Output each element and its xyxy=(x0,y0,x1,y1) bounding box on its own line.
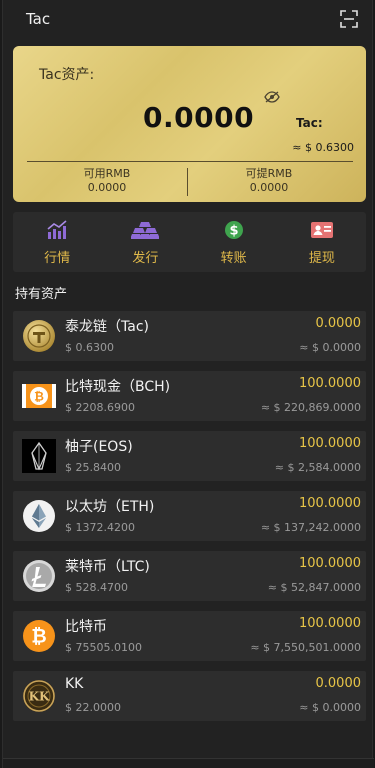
svg-text:$: $ xyxy=(229,223,238,238)
scan-icon[interactable] xyxy=(340,10,358,28)
asset-value: ≈ $ 52,847.0000 xyxy=(267,581,361,594)
card-vertical-divider xyxy=(187,168,188,196)
asset-name: 柚子(EOS) xyxy=(65,439,133,455)
asset-name: 比特现金（BCH) xyxy=(65,379,171,395)
action-bar: 行情 发行 $ 转账 提现 xyxy=(13,212,366,272)
asset-price: $ 75505.0100 xyxy=(65,641,142,654)
available-rmb-label: 可用RMB xyxy=(83,167,131,180)
action-transfer[interactable]: $ 转账 xyxy=(199,219,269,266)
id-card-icon xyxy=(310,219,334,241)
eye-hidden-icon[interactable] xyxy=(264,88,280,107)
asset-price: $ 25.8400 xyxy=(65,461,121,474)
withdrawable-rmb-value: 0.0000 xyxy=(249,181,289,194)
asset-name: 以太坊（ETH) xyxy=(65,499,155,515)
asset-quantity: 100.0000 xyxy=(298,436,361,451)
asset-value: ≈ $ 2,584.0000 xyxy=(274,461,361,474)
asset-price: $ 22.0000 xyxy=(65,701,121,714)
asset-name: 比特币 xyxy=(65,619,107,635)
asset-name: KK xyxy=(65,676,84,692)
action-market[interactable]: 行情 xyxy=(22,219,92,266)
asset-unit: Tac: xyxy=(296,116,323,130)
asset-value: ≈ $ 7,550,501.0000 xyxy=(250,641,361,654)
ltc-icon xyxy=(22,559,56,593)
btc-icon: ₿ xyxy=(22,619,56,653)
asset-amount: 0.0000 xyxy=(143,101,255,134)
action-withdraw-label: 提现 xyxy=(308,250,335,266)
kk-coin-icon: KK xyxy=(22,679,56,713)
action-withdraw[interactable]: 提现 xyxy=(287,219,357,266)
asset-row-ltc[interactable]: 莱特币（LTC) $ 528.4700 100.0000 ≈ $ 52,847.… xyxy=(13,551,366,601)
asset-approx-value: ≈ $ 0.6300 xyxy=(292,141,354,154)
withdrawable-rmb: 可提RMB 0.0000 xyxy=(189,167,349,195)
asset-value: ≈ $ 0.0000 xyxy=(299,701,361,714)
asset-row-bch[interactable]: ₿ 比特现金（BCH) $ 2208.6900 100.0000 ≈ $ 220… xyxy=(13,371,366,421)
asset-value: ≈ $ 137,242.0000 xyxy=(260,521,361,534)
asset-quantity: 0.0000 xyxy=(315,676,362,691)
asset-quantity: 100.0000 xyxy=(298,616,361,631)
available-rmb-value: 0.0000 xyxy=(87,181,127,194)
asset-list: 泰龙链（Tac) $ 0.6300 0.0000 ≈ $ 0.0000 ₿ 比特… xyxy=(13,311,366,731)
asset-name: 泰龙链（Tac) xyxy=(65,319,149,335)
action-transfer-label: 转账 xyxy=(220,250,247,266)
top-bar: Tac xyxy=(3,0,372,38)
asset-quantity: 100.0000 xyxy=(298,556,361,571)
card-divider xyxy=(27,161,353,162)
action-issue-label: 发行 xyxy=(132,250,159,266)
asset-price: $ 1372.4200 xyxy=(65,521,135,534)
available-rmb: 可用RMB 0.0000 xyxy=(27,167,187,195)
chart-icon xyxy=(46,219,68,241)
asset-row-btc[interactable]: ₿ 比特币 $ 75505.0100 100.0000 ≈ $ 7,550,50… xyxy=(13,611,366,661)
asset-row-eth[interactable]: 以太坊（ETH) $ 1372.4200 100.0000 ≈ $ 137,24… xyxy=(13,491,366,541)
tac-coin-icon xyxy=(22,319,56,353)
asset-price: $ 2208.6900 xyxy=(65,401,135,414)
holdings-title: 持有资产 xyxy=(15,287,68,302)
asset-row-kk[interactable]: KK KK $ 22.0000 0.0000 ≈ $ 0.0000 xyxy=(13,671,366,721)
bch-icon: ₿ xyxy=(22,379,56,413)
asset-row-eos[interactable]: 柚子(EOS) $ 25.8400 100.0000 ≈ $ 2,584.000… xyxy=(13,431,366,481)
asset-price: $ 0.6300 xyxy=(65,341,114,354)
asset-quantity: 100.0000 xyxy=(298,496,361,511)
withdrawable-rmb-label: 可提RMB xyxy=(245,167,293,180)
asset-card: Tac资产: 0.0000 Tac: ≈ $ 0.6300 可用RMB 0.00… xyxy=(13,46,366,202)
gold-bars-icon xyxy=(131,219,160,241)
asset-value: ≈ $ 0.0000 xyxy=(299,341,361,354)
svg-text:₿: ₿ xyxy=(31,626,46,648)
dollar-coin-icon: $ xyxy=(224,219,244,241)
action-issue[interactable]: 发行 xyxy=(110,219,180,266)
asset-label: Tac资产: xyxy=(39,67,95,83)
eos-icon xyxy=(22,439,56,473)
action-market-label: 行情 xyxy=(44,250,71,266)
svg-text:KK: KK xyxy=(29,690,50,704)
app-window: Tac Tac资产: 0.0000 Tac: ≈ $ 0.6300 可用RMB … xyxy=(2,0,374,768)
asset-quantity: 100.0000 xyxy=(298,376,361,391)
asset-price: $ 528.4700 xyxy=(65,581,128,594)
asset-value: ≈ $ 220,869.0000 xyxy=(260,401,361,414)
page-title: Tac xyxy=(26,10,51,28)
asset-quantity: 0.0000 xyxy=(315,316,362,331)
svg-text:₿: ₿ xyxy=(34,390,44,404)
asset-name: 莱特币（LTC) xyxy=(65,559,150,575)
bottom-bar xyxy=(3,758,374,768)
eth-icon xyxy=(22,499,56,533)
asset-row-tac[interactable]: 泰龙链（Tac) $ 0.6300 0.0000 ≈ $ 0.0000 xyxy=(13,311,366,361)
